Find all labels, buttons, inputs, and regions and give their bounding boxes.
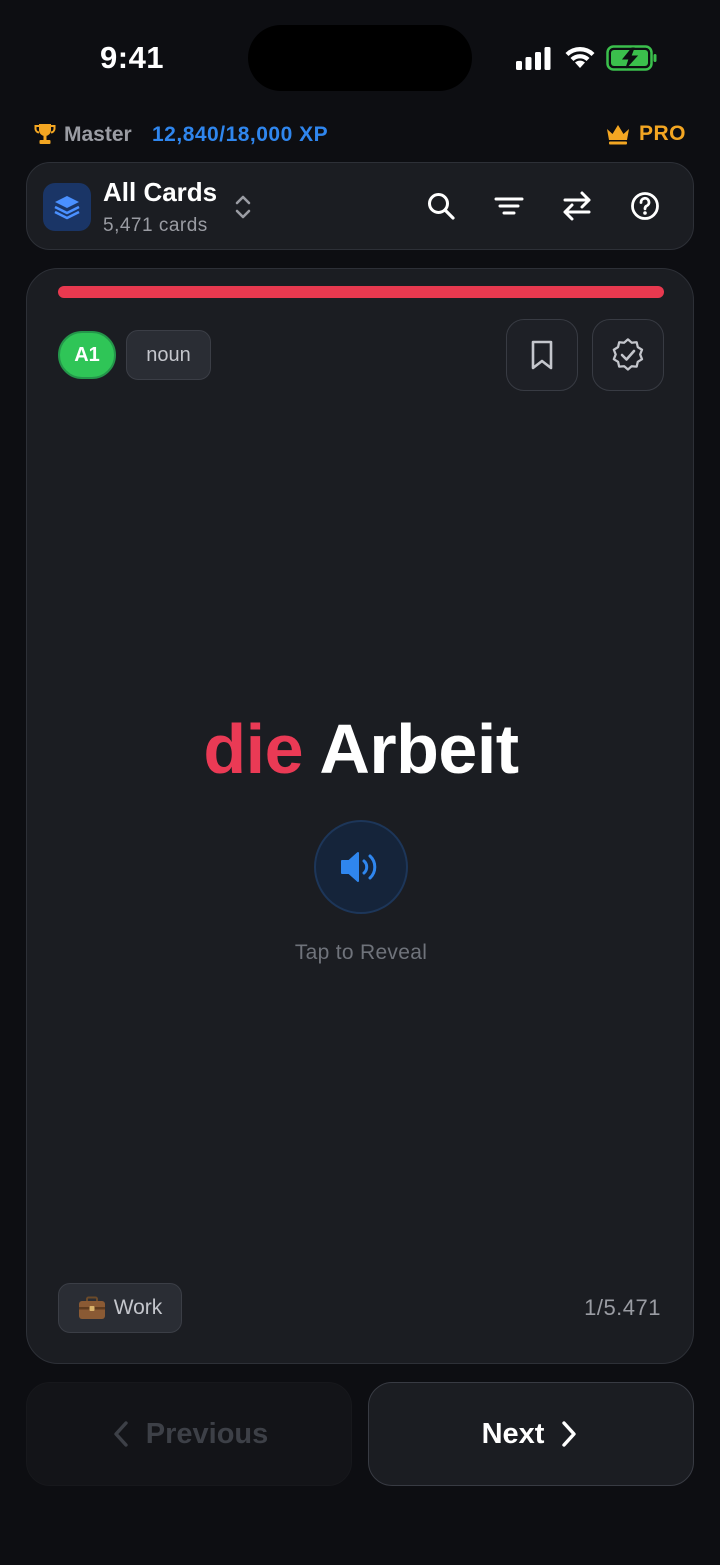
- xp-progress: 12,840/18,000 XP: [152, 123, 329, 146]
- pro-badge[interactable]: PRO: [605, 122, 686, 146]
- filter-button[interactable]: [488, 185, 530, 227]
- help-button[interactable]: [624, 185, 666, 227]
- dynamic-island: [248, 25, 472, 91]
- tap-to-reveal-hint: Tap to Reveal: [294, 941, 428, 964]
- filter-lines-icon: [494, 197, 524, 215]
- level-rank: Master: [64, 123, 132, 146]
- deck-card-count: 5,471 cards: [103, 215, 208, 236]
- bookmark-icon: [531, 340, 553, 370]
- chevron-up-down-icon[interactable]: [233, 193, 253, 221]
- deck-title[interactable]: All Cards: [103, 177, 217, 208]
- card-position-counter: 1/5.471: [584, 1295, 661, 1320]
- search-button[interactable]: [420, 185, 462, 227]
- status-time: 9:41: [100, 40, 165, 75]
- bookmark-button[interactable]: [506, 319, 578, 391]
- crown-icon: [606, 125, 629, 145]
- next-label: Next: [481, 1417, 545, 1450]
- search-icon: [428, 193, 455, 220]
- wifi-icon: [565, 46, 595, 68]
- pro-label: PRO: [638, 122, 686, 145]
- previous-label: Previous: [145, 1417, 269, 1450]
- part-of-speech-badge: noun: [126, 330, 211, 380]
- topic-label: Work: [113, 1296, 163, 1319]
- play-audio-button[interactable]: [314, 820, 408, 914]
- deck-toolbar: All Cards 5,471 cards: [26, 162, 694, 250]
- trophy-icon: [34, 124, 56, 144]
- level-progress-row: Master 12,840/18,000 XP PRO: [34, 120, 686, 150]
- chevron-left-icon: [114, 1421, 128, 1447]
- swap-direction-button[interactable]: [556, 185, 598, 227]
- next-button[interactable]: Next: [368, 1382, 694, 1486]
- chevron-right-icon: [562, 1421, 577, 1447]
- cellular-signal-icon: [516, 47, 551, 70]
- flashcard-word: die Arbeit: [27, 709, 695, 789]
- stack-layers-icon: [54, 196, 80, 220]
- card-progress-bar: [58, 286, 664, 298]
- cefr-level-badge: A1: [58, 331, 116, 379]
- question-circle-icon: [631, 192, 659, 220]
- swap-arrows-icon: [563, 191, 591, 221]
- flashcard[interactable]: A1 noun die Arbeit Tap to Reveal Work 1/…: [26, 268, 694, 1364]
- word-noun: Arbeit: [319, 710, 519, 788]
- topic-tag[interactable]: Work: [58, 1283, 182, 1333]
- mark-known-button[interactable]: [592, 319, 664, 391]
- deck-selector[interactable]: [43, 183, 91, 231]
- speaker-icon: [341, 852, 377, 882]
- status-bar: 9:41: [0, 0, 720, 110]
- verified-badge-icon: [612, 338, 644, 371]
- previous-button[interactable]: Previous: [26, 1382, 352, 1486]
- briefcase-icon: [78, 1296, 105, 1319]
- word-article: die: [203, 710, 304, 788]
- battery-charging-icon: [606, 45, 657, 71]
